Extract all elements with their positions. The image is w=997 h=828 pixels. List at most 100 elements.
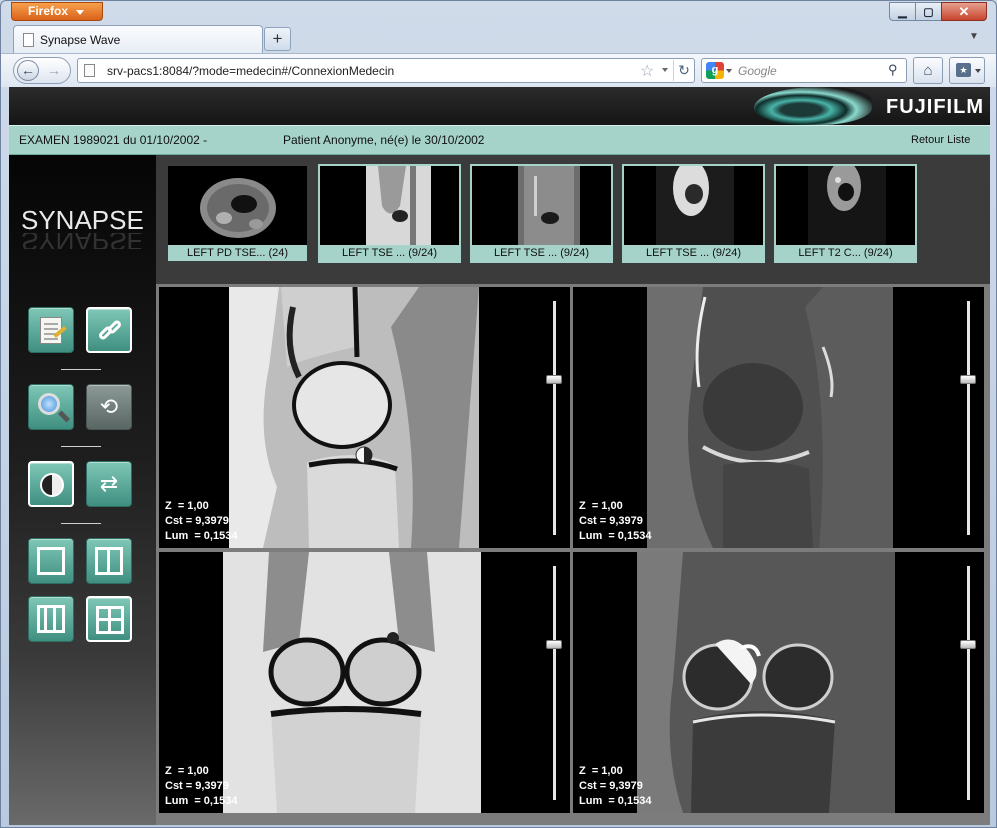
zoom-readout: Z = 1,00 xyxy=(579,500,623,512)
link-icon xyxy=(97,318,124,343)
image-viewport[interactable]: Z = 1,00 Cst = 9,3979 Lum = 0,1534 xyxy=(159,552,570,813)
slider-handle[interactable] xyxy=(960,640,976,649)
list-tabs-icon[interactable]: ▼ xyxy=(969,31,979,42)
browser-window: Firefox ▁ ▢ ✕ Synapse Wave + ▼ ← → srv-p… xyxy=(0,0,997,828)
reload-icon[interactable]: ↻ xyxy=(673,60,694,81)
address-bar[interactable]: srv-pacs1:8084/?mode=medecin#/ConnexionM… xyxy=(77,58,695,83)
series-label: LEFT TSE ... (9/24) xyxy=(320,245,459,261)
sync-button[interactable]: ⇄ xyxy=(86,461,132,507)
back-to-list-link[interactable]: Retour Liste xyxy=(911,134,970,146)
maximize-icon: ▢ xyxy=(923,6,934,18)
minimize-button[interactable]: ▁ xyxy=(889,2,916,21)
home-button[interactable]: ⌂ xyxy=(913,57,943,84)
report-button[interactable] xyxy=(28,307,74,353)
image-viewport[interactable]: Z = 1,00 Cst = 9,3979 Lum = 0,1534 xyxy=(159,287,570,548)
toolbar-divider xyxy=(61,369,101,370)
search-icon[interactable]: ⚲ xyxy=(888,62,898,78)
series-label: LEFT TSE ... (9/24) xyxy=(472,245,611,261)
sync-icon: ⇄ xyxy=(99,471,119,496)
page-icon xyxy=(23,33,34,47)
search-placeholder[interactable]: Google xyxy=(738,64,777,78)
zoom-button[interactable] xyxy=(28,384,74,430)
series-thumbnail[interactable]: LEFT TSE ... (9/24) xyxy=(470,164,613,263)
zoom-readout: Z = 1,00 xyxy=(165,500,209,512)
search-engine-dropdown-icon[interactable] xyxy=(726,69,732,73)
layout-3x1-button[interactable] xyxy=(28,596,74,642)
contrast-readout: Cst = 9,3979 xyxy=(579,515,643,527)
exam-info: EXAMEN 1989021 du 01/10/2002 - xyxy=(19,133,208,147)
home-icon: ⌂ xyxy=(923,62,933,79)
firefox-menu-button[interactable]: Firefox xyxy=(11,2,103,21)
page-content: FUJIFILM EXAMEN 1989021 du 01/10/2002 - … xyxy=(9,87,990,825)
chevron-down-icon xyxy=(76,10,84,15)
navigation-toolbar: ← → srv-pacs1:8084/?mode=medecin#/Connex… xyxy=(1,53,996,87)
bookmark-star-icon[interactable]: ☆ xyxy=(640,61,654,81)
zoom-readout: Z = 1,00 xyxy=(165,765,209,777)
series-label: LEFT PD TSE... (24) xyxy=(168,245,307,261)
minimize-icon: ▁ xyxy=(898,6,907,18)
toolbar-divider xyxy=(61,446,101,447)
series-thumbnail-image xyxy=(320,166,459,245)
tab-synapse-wave[interactable]: Synapse Wave xyxy=(13,25,263,53)
series-thumbnail-image xyxy=(624,166,763,245)
zoom-readout: Z = 1,00 xyxy=(579,765,623,777)
window-level-slider[interactable] xyxy=(967,301,970,535)
luminance-readout: Lum = 0,1534 xyxy=(165,530,238,542)
magnifier-icon xyxy=(38,393,60,415)
maximize-button[interactable]: ▢ xyxy=(915,2,942,21)
fujifilm-logo: FUJIFILM xyxy=(886,96,984,119)
close-window-button[interactable]: ✕ xyxy=(941,2,987,21)
luminance-readout: Lum = 0,1534 xyxy=(579,530,652,542)
window-level-slider[interactable] xyxy=(553,566,556,800)
synapse-logo: SYNAPSE SYNAPSE xyxy=(21,207,144,249)
slider-handle[interactable] xyxy=(546,640,562,649)
close-icon: ✕ xyxy=(958,3,970,19)
mri-image xyxy=(159,552,570,813)
image-viewport[interactable]: Z = 1,00 Cst = 9,3979 Lum = 0,1534 xyxy=(573,552,984,813)
luminance-readout: Lum = 0,1534 xyxy=(579,795,652,807)
back-arrow-icon: ← xyxy=(21,62,35,78)
series-thumbnail[interactable]: LEFT PD TSE... (24) xyxy=(166,164,309,263)
history-dropdown-icon[interactable] xyxy=(662,68,668,72)
slider-handle[interactable] xyxy=(546,375,562,384)
brand-swirl-graphic xyxy=(754,87,872,125)
back-button[interactable]: ← xyxy=(17,60,39,81)
series-thumbnail-image xyxy=(776,166,915,245)
series-thumbnail[interactable]: LEFT TSE ... (9/24) xyxy=(622,164,765,263)
fujifilm-logo-text: FUJIFILM xyxy=(886,96,984,118)
google-icon[interactable]: g xyxy=(706,62,724,79)
luminance-readout: Lum = 0,1534 xyxy=(165,795,238,807)
tab-title: Synapse Wave xyxy=(40,33,121,47)
rotate-button[interactable]: ⟲ xyxy=(86,384,132,430)
address-text[interactable]: srv-pacs1:8084/?mode=medecin#/ConnexionM… xyxy=(107,64,394,78)
series-thumbnail[interactable]: LEFT TSE ... (9/24) xyxy=(318,164,461,263)
layout-2x1-button[interactable] xyxy=(86,538,132,584)
bookmarks-button[interactable]: ★ xyxy=(949,57,985,84)
mri-image xyxy=(573,287,984,548)
contrast-readout: Cst = 9,3979 xyxy=(165,780,229,792)
window-level-slider[interactable] xyxy=(553,301,556,535)
contrast-readout: Cst = 9,3979 xyxy=(579,780,643,792)
search-box[interactable]: g Google ⚲ xyxy=(701,58,907,83)
contrast-button[interactable] xyxy=(28,461,74,507)
forward-button[interactable]: → xyxy=(47,62,61,78)
new-tab-button[interactable]: + xyxy=(264,27,291,51)
chevron-down-icon xyxy=(975,69,981,73)
report-icon xyxy=(40,317,62,344)
layout-2x2-button[interactable] xyxy=(86,596,132,642)
link-views-button[interactable] xyxy=(86,307,132,353)
window-level-slider[interactable] xyxy=(967,566,970,800)
synapse-logo-reflection: SYNAPSE xyxy=(21,233,141,249)
bookmarks-icon: ★ xyxy=(956,63,971,77)
layout-1x1-button[interactable] xyxy=(28,538,74,584)
series-thumbnail-image xyxy=(168,166,307,245)
contrast-icon xyxy=(40,473,64,497)
slider-handle[interactable] xyxy=(960,375,976,384)
series-label: LEFT TSE ... (9/24) xyxy=(624,245,763,261)
layout-2x1-icon xyxy=(95,547,123,575)
image-viewport[interactable]: Z = 1,00 Cst = 9,3979 Lum = 0,1534 xyxy=(573,287,984,548)
site-identity-icon[interactable] xyxy=(84,64,95,77)
rotate-icon: ⟲ xyxy=(99,394,119,419)
series-thumbnail[interactable]: LEFT T2 C... (9/24) xyxy=(774,164,917,263)
header-banner: FUJIFILM xyxy=(9,87,990,125)
